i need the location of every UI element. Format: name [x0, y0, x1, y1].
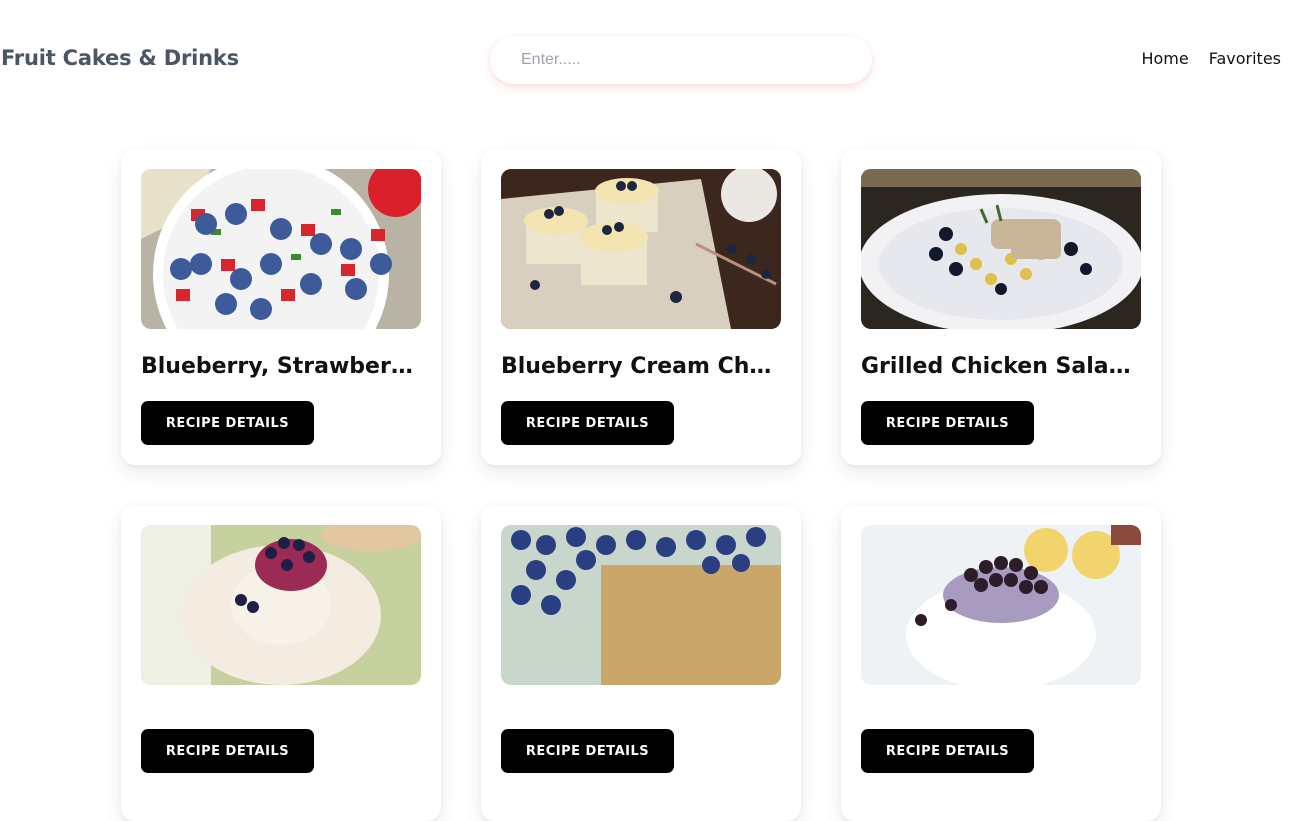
site-header: Fruit Cakes & Drinks Home Favorites	[0, 0, 1307, 120]
recipe-image-blueberry-cake[interactable]	[501, 525, 781, 685]
recipe-details-button[interactable]: RECIPE DETAILS	[861, 401, 1034, 445]
recipe-grid: Blueberry, Strawberry ... RECIPE DETAILS	[121, 149, 1161, 821]
main-nav: Home Favorites	[1141, 49, 1281, 68]
nav-favorites-link[interactable]: Favorites	[1209, 49, 1281, 68]
recipe-details-button[interactable]: RECIPE DETAILS	[141, 729, 314, 773]
recipe-card: RECIPE DETAILS	[841, 505, 1161, 821]
recipe-image-berry-tart[interactable]	[141, 525, 421, 685]
recipe-image-berry-salad[interactable]	[141, 169, 421, 329]
recipe-title[interactable]: Blueberry, Strawberry ...	[141, 353, 421, 381]
recipe-card: Grilled Chicken Salad ... RECIPE DETAILS	[841, 149, 1161, 465]
recipe-image-pancakes[interactable]	[861, 525, 1141, 685]
search-input[interactable]	[490, 36, 872, 84]
brand-logo[interactable]: Fruit Cakes & Drinks	[1, 46, 239, 70]
recipe-image-chicken-salad[interactable]	[861, 169, 1141, 329]
recipe-card: Blueberry Cream Chee... RECIPE DETAILS	[481, 149, 801, 465]
recipe-card: RECIPE DETAILS	[481, 505, 801, 821]
recipe-image-cupcakes[interactable]	[501, 169, 781, 329]
recipe-details-button[interactable]: RECIPE DETAILS	[501, 401, 674, 445]
nav-home-link[interactable]: Home	[1141, 49, 1188, 68]
recipe-title[interactable]: Grilled Chicken Salad ...	[861, 353, 1141, 381]
recipe-details-button[interactable]: RECIPE DETAILS	[501, 729, 674, 773]
recipe-card: Blueberry, Strawberry ... RECIPE DETAILS	[121, 149, 441, 465]
search-bar[interactable]	[490, 36, 872, 84]
recipe-details-button[interactable]: RECIPE DETAILS	[861, 729, 1034, 773]
recipe-title[interactable]: Blueberry Cream Chee...	[501, 353, 781, 381]
recipe-card: RECIPE DETAILS	[121, 505, 441, 821]
recipe-details-button[interactable]: RECIPE DETAILS	[141, 401, 314, 445]
